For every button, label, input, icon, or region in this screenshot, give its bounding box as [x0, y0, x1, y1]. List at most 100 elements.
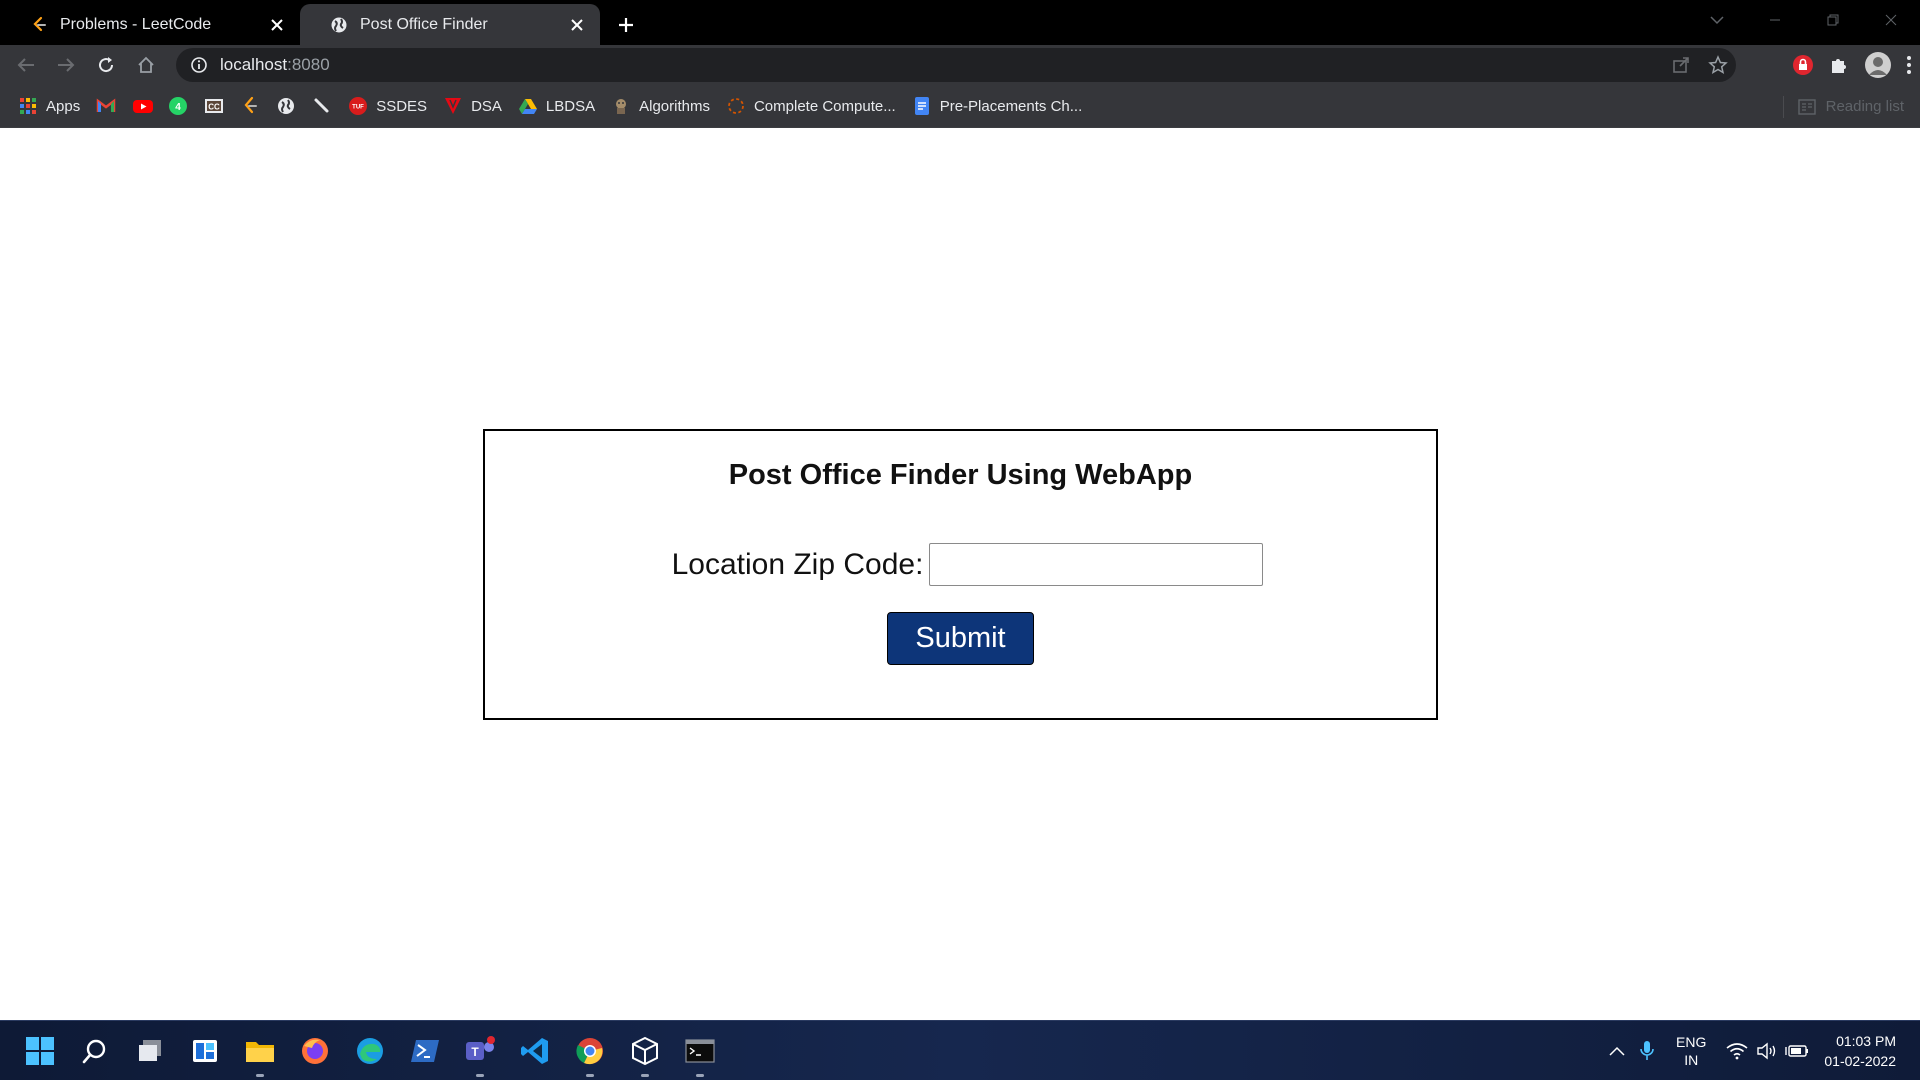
terminal-icon — [685, 1039, 715, 1063]
taskbar-vscode[interactable] — [515, 1021, 555, 1081]
taskbar-widgets[interactable] — [185, 1021, 225, 1081]
pen-icon — [312, 96, 332, 116]
widgets-icon — [193, 1040, 217, 1062]
address-bar[interactable]: localhost:8080 — [176, 48, 1736, 82]
plus-icon — [619, 17, 633, 32]
forward-button[interactable] — [46, 45, 86, 85]
bookmark-label: Complete Compute... — [753, 97, 896, 115]
bookmark-whatsapp[interactable]: 4 — [168, 91, 188, 121]
finder-form-card: Post Office Finder Using WebApp Location… — [483, 429, 1438, 720]
bookmark-gmail[interactable] — [96, 91, 116, 121]
bookmark-pen[interactable] — [312, 91, 332, 121]
windows-icon — [26, 1037, 54, 1065]
bookmark-pre-placements[interactable]: Pre-Placements Ch... — [912, 91, 1083, 121]
star-icon[interactable] — [1708, 55, 1728, 75]
bookmark-dsa[interactable]: DSA — [443, 91, 502, 121]
taskbar-task-view[interactable] — [130, 1021, 170, 1081]
chevron-up-icon — [1609, 1046, 1625, 1056]
tab-strip: Problems - LeetCode Post Office Finder — [0, 0, 1920, 45]
share-icon[interactable] — [1672, 56, 1690, 74]
whatsapp-icon: 4 — [168, 96, 188, 116]
start-button[interactable] — [20, 1021, 60, 1081]
clock-time: 01:03 PM — [1836, 1033, 1896, 1049]
close-icon — [1885, 14, 1897, 26]
puzzle-icon[interactable] — [1828, 54, 1850, 76]
chevron-down-icon — [1710, 16, 1724, 25]
running-indicator — [256, 1074, 264, 1077]
zip-code-input[interactable] — [929, 543, 1264, 586]
bookmark-algorithms[interactable]: Algorithms — [611, 91, 710, 121]
running-indicator — [476, 1074, 484, 1077]
more-menu-icon[interactable] — [1906, 55, 1912, 75]
minimize-button[interactable] — [1746, 0, 1804, 40]
taskbar-file-explorer[interactable] — [240, 1021, 280, 1081]
taskbar-virtualbox[interactable] — [625, 1021, 665, 1081]
taskbar-powershell[interactable] — [405, 1021, 445, 1081]
home-button[interactable] — [126, 45, 166, 85]
bookmarks-bar: Apps 4 CC TUF SSDES DSA LBDSA Algorithms… — [0, 85, 1920, 128]
svg-text:4: 4 — [175, 102, 181, 113]
bookmark-label: Pre-Placements Ch... — [939, 97, 1083, 115]
bookmark-complete-computer[interactable]: Complete Compute... — [726, 91, 896, 121]
taskbar-search[interactable] — [75, 1021, 115, 1081]
tab-search-button[interactable] — [1688, 0, 1746, 40]
running-indicator — [696, 1074, 704, 1077]
language-code: ENG — [1676, 1034, 1707, 1050]
back-button[interactable] — [6, 45, 46, 85]
region-code: IN — [1684, 1052, 1699, 1068]
bookmark-cc[interactable]: CC — [204, 91, 224, 121]
system-tray: ENG IN 01:03 PM 01-02-2022 — [1602, 1021, 1920, 1081]
wifi-icon — [1726, 1043, 1748, 1060]
taskbar-firefox[interactable] — [295, 1021, 335, 1081]
firefox-icon — [302, 1038, 328, 1064]
close-icon[interactable] — [268, 16, 286, 34]
bookmark-label: LBDSA — [545, 97, 596, 115]
arrow-left-icon — [17, 58, 34, 72]
tab-post-office-finder[interactable]: Post Office Finder — [300, 4, 600, 45]
network-status[interactable] — [1722, 1021, 1752, 1081]
taskbar-chrome[interactable] — [570, 1021, 610, 1081]
youtube-icon — [132, 96, 154, 116]
clock[interactable]: 01:03 PM 01-02-2022 — [1824, 1031, 1896, 1071]
volume-status[interactable] — [1752, 1021, 1782, 1081]
browser-toolbar: localhost:8080 — [0, 45, 1920, 85]
gmail-icon — [96, 96, 116, 116]
tab-title: Post Office Finder — [360, 15, 488, 33]
reload-icon — [99, 57, 114, 73]
algorithms-icon — [611, 96, 631, 116]
bookmark-ssdes[interactable]: TUF SSDES — [348, 91, 427, 121]
avatar[interactable] — [1864, 51, 1892, 79]
globe-icon — [276, 96, 296, 116]
taskbar-teams[interactable]: T — [460, 1021, 500, 1081]
bookmark-label: SSDES — [376, 97, 428, 115]
microphone-status[interactable] — [1632, 1021, 1662, 1081]
extension-lock-icon[interactable] — [1792, 54, 1814, 76]
taskbar: T ENG IN 01:03 PM 01-02-2022 — [0, 1020, 1920, 1080]
url-port: :8080 — [287, 55, 330, 74]
new-tab-button[interactable] — [606, 4, 646, 45]
close-window-button[interactable] — [1862, 0, 1920, 40]
submit-button[interactable]: Submit — [887, 612, 1034, 665]
bookmark-youtube[interactable] — [132, 91, 154, 121]
taskbar-edge[interactable] — [350, 1021, 390, 1081]
restore-button[interactable] — [1804, 0, 1862, 40]
powershell-icon — [411, 1040, 439, 1062]
close-icon[interactable] — [568, 16, 586, 34]
reload-button[interactable] — [86, 45, 126, 85]
battery-icon — [1785, 1045, 1809, 1057]
language-indicator[interactable]: ENG IN — [1676, 1033, 1706, 1069]
zip-form-row: Location Zip Code: — [485, 543, 1436, 586]
taskbar-terminal[interactable] — [680, 1021, 720, 1081]
reading-list-button[interactable]: Reading list — [1782, 85, 1904, 128]
tab-leetcode[interactable]: Problems - LeetCode — [0, 4, 300, 45]
bookmark-apps[interactable]: Apps — [18, 91, 80, 121]
bookmark-leetcode[interactable] — [240, 91, 260, 121]
bookmark-lbdsa[interactable]: LBDSA — [518, 91, 595, 121]
show-hidden-icons[interactable] — [1602, 1021, 1632, 1081]
window-controls — [1688, 0, 1920, 40]
reading-list-icon — [1797, 98, 1816, 115]
bookmark-globe[interactable] — [276, 91, 296, 121]
page-title: Post Office Finder Using WebApp — [728, 459, 1193, 491]
zip-code-label: Location Zip Code: — [671, 547, 924, 581]
battery-status[interactable] — [1782, 1021, 1812, 1081]
